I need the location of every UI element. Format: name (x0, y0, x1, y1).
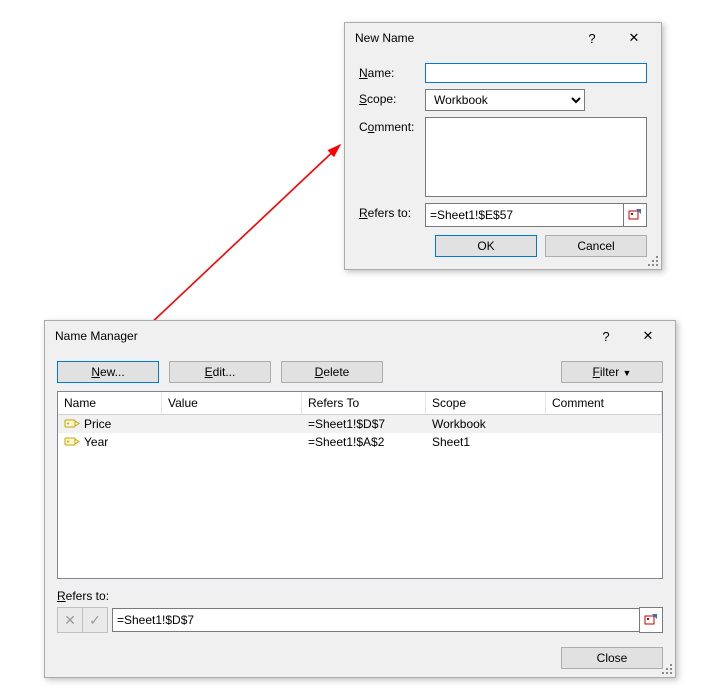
name-tag-icon (64, 436, 80, 448)
name-manager-dialog: Name Manager ? ✕ New... Edit... Delete F… (44, 320, 676, 678)
new-button[interactable]: New... (57, 361, 159, 383)
row-comment (546, 441, 662, 443)
range-picker-button[interactable] (639, 607, 663, 633)
close-icon: ✕ (629, 30, 640, 46)
ok-button[interactable]: OK (435, 235, 537, 257)
resize-grip[interactable] (660, 662, 674, 676)
range-picker-button[interactable] (623, 203, 647, 227)
scope-select[interactable]: Workbook (425, 89, 585, 111)
row-comment (546, 423, 662, 425)
list-header[interactable]: Name Value Refers To Scope Comment (58, 392, 662, 415)
row-name: Price (84, 417, 111, 431)
help-icon: ? (588, 31, 595, 46)
refers-to-label: Refers to: (57, 589, 663, 603)
row-scope: Workbook (426, 416, 546, 432)
col-scope[interactable]: Scope (426, 392, 546, 414)
col-value[interactable]: Value (162, 392, 302, 414)
list-item[interactable]: Price =Sheet1!$D$7Workbook (58, 415, 662, 433)
help-button[interactable]: ? (571, 24, 613, 52)
row-refers: =Sheet1!$A$2 (302, 434, 426, 450)
dialog-title: Name Manager (55, 329, 138, 343)
help-icon: ? (602, 329, 609, 344)
refers-to-label: Refers to: (359, 203, 417, 220)
col-refers[interactable]: Refers To (302, 392, 426, 414)
scope-label: Scope: (359, 89, 417, 106)
col-name[interactable]: Name (58, 392, 162, 414)
col-comment[interactable]: Comment (546, 392, 662, 414)
edit-button[interactable]: Edit... (169, 361, 271, 383)
row-name: Year (84, 435, 108, 449)
comment-textarea[interactable] (425, 117, 647, 197)
comment-label: Comment: (359, 117, 417, 134)
dialog-title: New Name (355, 31, 414, 45)
row-scope: Sheet1 (426, 434, 546, 450)
filter-button[interactable]: Filter ▼ (561, 361, 663, 383)
name-input[interactable] (425, 63, 647, 83)
help-button[interactable]: ? (585, 322, 627, 350)
resize-grip[interactable] (646, 254, 660, 268)
chevron-down-icon: ▼ (623, 368, 632, 378)
close-icon: ✕ (643, 328, 654, 344)
refers-to-input[interactable] (425, 203, 623, 227)
titlebar[interactable]: New Name ? ✕ (345, 23, 661, 53)
row-value (162, 441, 302, 443)
check-icon: ✓ (89, 612, 101, 629)
close-dialog-button[interactable]: Close (561, 647, 663, 669)
cancel-edit-button[interactable]: ✕ (57, 607, 83, 633)
x-icon: ✕ (64, 612, 76, 629)
close-button[interactable]: ✕ (613, 24, 655, 52)
range-picker-icon (644, 613, 658, 627)
name-tag-icon (64, 418, 80, 430)
row-value (162, 423, 302, 425)
name-label: Name: (359, 63, 417, 80)
refers-to-input[interactable] (112, 608, 639, 632)
delete-button[interactable]: Delete (281, 361, 383, 383)
names-list[interactable]: Name Value Refers To Scope Comment Price… (57, 391, 663, 579)
close-button[interactable]: ✕ (627, 322, 669, 350)
new-name-dialog: New Name ? ✕ Name: Scope: Workbook Comme… (344, 22, 662, 270)
cancel-button[interactable]: Cancel (545, 235, 647, 257)
row-refers: =Sheet1!$D$7 (302, 416, 426, 432)
titlebar[interactable]: Name Manager ? ✕ (45, 321, 675, 351)
list-item[interactable]: Year =Sheet1!$A$2Sheet1 (58, 433, 662, 451)
accept-edit-button[interactable]: ✓ (83, 607, 108, 633)
range-picker-icon (628, 208, 642, 222)
